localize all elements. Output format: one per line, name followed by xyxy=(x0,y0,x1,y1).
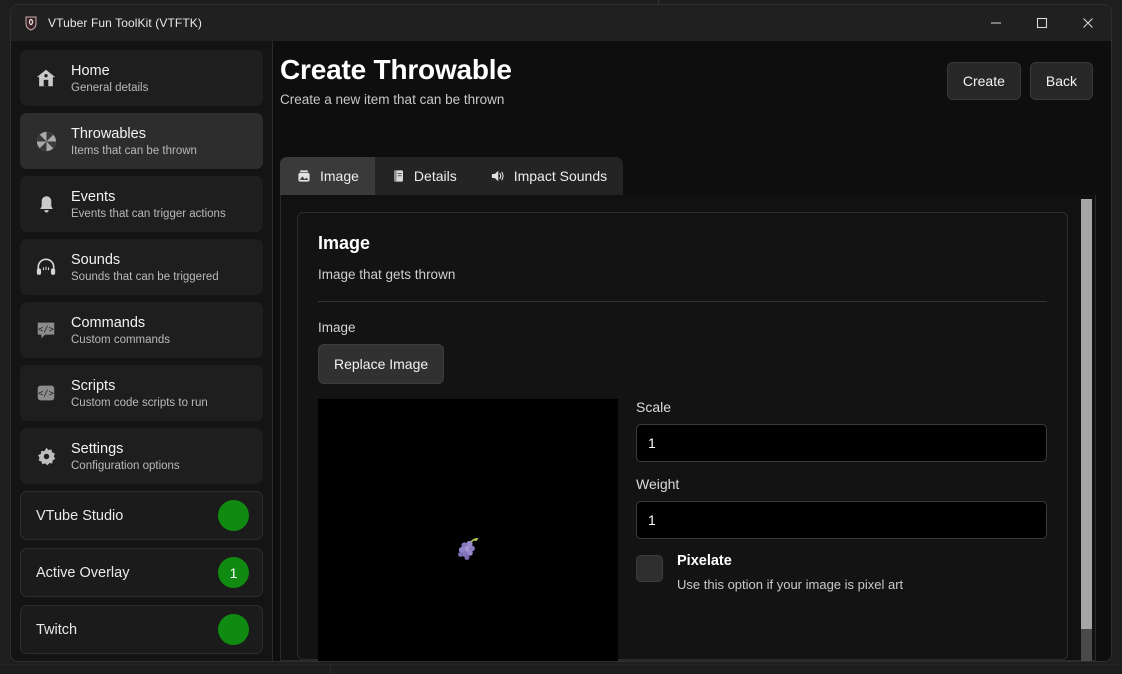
tab-image[interactable]: Image xyxy=(280,157,375,195)
settings-form: Scale Weight Pixelate Use this option if… xyxy=(627,399,1047,661)
sidebar-item-throwables[interactable]: Throwables Items that can be thrown xyxy=(20,113,263,169)
sidebar-item-label: Throwables xyxy=(71,125,197,143)
sidebar: Home General details Throwables xyxy=(11,41,273,661)
vertical-scrollbar[interactable] xyxy=(1079,195,1094,660)
status-badge xyxy=(218,500,249,531)
pixelate-checkbox[interactable] xyxy=(636,555,663,582)
status-badge: 1 xyxy=(218,557,249,588)
sidebar-item-settings[interactable]: Settings Configuration options xyxy=(20,428,263,484)
create-button[interactable]: Create xyxy=(947,62,1021,100)
minimize-icon[interactable] xyxy=(973,5,1019,41)
svg-text:</>: </> xyxy=(38,389,54,399)
divider xyxy=(318,301,1047,302)
sidebar-item-sounds[interactable]: Sounds Sounds that can be triggered xyxy=(20,239,263,295)
vtftk-logo-icon xyxy=(23,15,39,31)
sidebar-item-label: Settings xyxy=(71,440,180,458)
sidebar-item-sublabel: Sounds that can be triggered xyxy=(71,270,219,284)
speaker-icon xyxy=(489,168,506,184)
replace-image-button[interactable]: Replace Image xyxy=(318,344,444,384)
card-subtitle: Image that gets thrown xyxy=(318,267,1047,282)
tab-bar: Image Details xyxy=(280,157,623,195)
status-item-active-overlay[interactable]: Active Overlay 1 xyxy=(20,548,263,597)
maximize-icon[interactable] xyxy=(1019,5,1065,41)
sidebar-item-label: Commands xyxy=(71,314,170,332)
sidebar-item-sublabel: Custom code scripts to run xyxy=(71,396,208,410)
scale-input[interactable] xyxy=(636,424,1047,462)
desktop-bottom-seam xyxy=(0,664,1122,665)
status-badge xyxy=(218,614,249,645)
weight-input[interactable] xyxy=(636,501,1047,539)
ball-icon xyxy=(33,128,59,154)
code-icon: </> xyxy=(33,380,59,406)
tab-details[interactable]: Details xyxy=(375,157,473,195)
sidebar-item-sublabel: Configuration options xyxy=(71,459,180,473)
sidebar-item-label: Home xyxy=(71,62,148,80)
scrollbar-thumb[interactable] xyxy=(1081,199,1092,629)
header-actions: Create Back xyxy=(947,62,1093,100)
window-title: VTuber Fun ToolKit (VTFTK) xyxy=(48,16,202,30)
image-and-settings-row: Scale Weight Pixelate Use this option if… xyxy=(318,399,1047,661)
pixelate-option: Pixelate Use this option if your image i… xyxy=(636,553,1047,592)
title-bar[interactable]: VTuber Fun ToolKit (VTFTK) xyxy=(11,5,1111,41)
home-icon xyxy=(33,65,59,91)
back-button[interactable]: Back xyxy=(1030,62,1093,100)
pixelate-description: Use this option if your image is pixel a… xyxy=(677,577,903,592)
image-settings-card: Image Image that gets thrown Image Repla… xyxy=(297,212,1068,660)
status-item-twitch[interactable]: Twitch xyxy=(20,605,263,654)
grapes-image xyxy=(451,532,485,566)
tab-label: Image xyxy=(320,168,359,184)
card-title: Image xyxy=(318,233,1047,254)
image-field-label: Image xyxy=(318,320,1047,335)
status-label: Twitch xyxy=(36,622,77,638)
desktop-bottom-seam-divider xyxy=(330,664,331,674)
gear-icon xyxy=(33,443,59,469)
scrollbar-thumb-secondary[interactable] xyxy=(1081,629,1092,661)
pixelate-label: Pixelate xyxy=(677,553,903,569)
app-body: Home General details Throwables xyxy=(11,41,1111,661)
svg-text:</>: </> xyxy=(38,325,54,335)
sidebar-item-sublabel: Items that can be thrown xyxy=(71,144,197,158)
close-icon[interactable] xyxy=(1065,5,1111,41)
book-icon xyxy=(391,168,406,184)
image-icon xyxy=(296,168,312,184)
scale-label: Scale xyxy=(636,399,1047,415)
sidebar-item-label: Sounds xyxy=(71,251,219,269)
status-label: VTube Studio xyxy=(36,508,123,524)
sidebar-item-events[interactable]: Events Events that can trigger actions xyxy=(20,176,263,232)
main-content: Create Throwable Create a new item that … xyxy=(273,41,1111,661)
bell-icon xyxy=(33,191,59,217)
application-window: VTuber Fun ToolKit (VTFTK) xyxy=(10,4,1112,662)
status-label: Active Overlay xyxy=(36,565,129,581)
sidebar-item-commands[interactable]: </> Commands Custom commands xyxy=(20,302,263,358)
sidebar-item-label: Scripts xyxy=(71,377,208,395)
status-item-vtube-studio[interactable]: VTube Studio xyxy=(20,491,263,540)
sidebar-item-sublabel: Events that can trigger actions xyxy=(71,207,226,221)
sidebar-item-sublabel: Custom commands xyxy=(71,333,170,347)
content-panel: Image Image that gets thrown Image Repla… xyxy=(280,195,1096,661)
code-chat-icon: </> xyxy=(33,317,59,343)
sidebar-item-home[interactable]: Home General details xyxy=(20,50,263,106)
image-preview[interactable] xyxy=(318,399,618,661)
tab-label: Impact Sounds xyxy=(514,168,607,184)
tab-impact-sounds[interactable]: Impact Sounds xyxy=(473,157,623,195)
window-controls xyxy=(973,5,1111,41)
sidebar-item-scripts[interactable]: </> Scripts Custom code scripts to run xyxy=(20,365,263,421)
tab-label: Details xyxy=(414,168,457,184)
sidebar-item-label: Events xyxy=(71,188,226,206)
weight-label: Weight xyxy=(636,476,1047,492)
sidebar-item-sublabel: General details xyxy=(71,81,148,95)
headphones-icon xyxy=(33,254,59,280)
